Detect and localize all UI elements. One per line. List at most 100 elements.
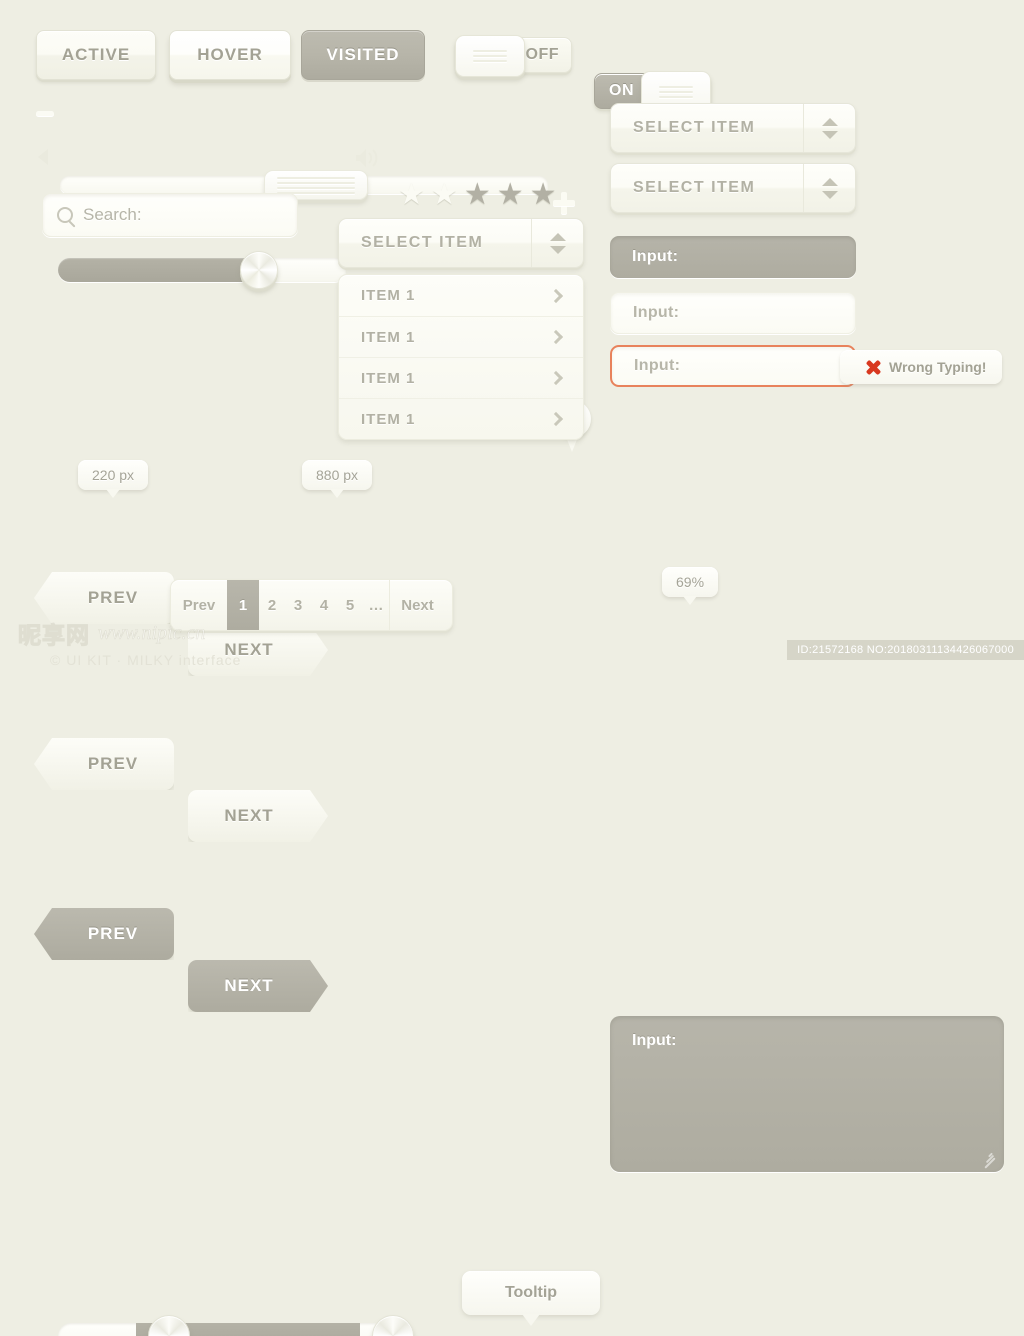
pagination[interactable]: Prev 1 2 3 4 5 … Next [170,579,453,631]
list-item-label: ITEM 1 [361,369,416,387]
prev-button-visited[interactable]: PREV [34,908,174,960]
pagination-next-label: Next [401,596,434,614]
chevron-up-icon[interactable] [549,232,566,241]
pagination-page-label: 5 [345,596,355,614]
list-item-label: ITEM 1 [361,410,416,428]
error-badge: Wrong Typing! [840,350,1003,384]
dropdown-list[interactable]: ITEM 1 ITEM 1 ITEM 1 ITEM 1 [338,274,584,440]
list-item[interactable]: ITEM 1 [339,316,583,357]
chevron-up-icon[interactable] [821,177,838,186]
range-handle-max[interactable] [372,1315,414,1336]
select-item-dropdown-header[interactable]: SELECT ITEM [338,218,584,268]
visited-button-label: VISITED [326,45,400,64]
search-input[interactable]: Search: [42,193,298,237]
right-select-1[interactable]: SELECT ITEM [610,103,856,153]
textarea-label: Input: [632,1032,677,1049]
prev-label: PREV [87,588,139,607]
prev-button-hover[interactable]: PREV [34,738,174,790]
chevron-down-icon[interactable] [821,130,838,139]
resize-handle-icon[interactable] [982,1151,996,1169]
input-field-default[interactable]: Input: [610,292,856,334]
star-icon[interactable]: ★ [398,180,425,210]
range-min-bubble: 220 px [78,460,149,498]
select-label: SELECT ITEM [633,119,756,136]
chevron-right-icon [548,329,564,345]
chevron-right-icon [548,370,564,386]
watermark-url: www.nipic.cn [98,621,206,644]
prev-label: PREV [87,924,139,943]
star-icon[interactable]: ★ [497,180,524,210]
pagination-page-label: 4 [319,596,329,614]
right-select-2[interactable]: SELECT ITEM [610,163,856,213]
prev-label: PREV [87,754,139,773]
input-label: Input: [633,304,680,321]
speaker-icon[interactable] [354,146,382,170]
active-button-label: ACTIVE [61,45,131,64]
star-icon[interactable]: ★ [431,180,458,210]
range-handle-min[interactable] [148,1315,190,1336]
star-icon[interactable]: ★ [530,180,557,210]
search-icon [57,207,73,223]
watermark-sub: © UI KIT · MILKY interface [50,652,242,668]
ui-kit-canvas: ACTIVE HOVER VISITED OFF ON ★ ★ ★ ★ ★ Se… [0,0,1024,1336]
image-id-bar: ID:21572168 NO:20180311134426067000 [787,640,1024,660]
range-min-label: 220 px [92,467,135,483]
input-label: Input: [634,357,681,374]
pagination-prev-label: Prev [182,596,216,614]
toggle-on-label: ON [609,82,634,99]
chevron-right-icon [548,411,564,427]
spinner-arrows[interactable] [803,164,855,212]
pagination-page-1[interactable]: 1 [227,580,259,630]
pagination-ellipsis: … [363,580,389,630]
progress-bubble: 69% [662,567,719,605]
next-button-visited[interactable]: NEXT [188,960,328,1012]
error-badge-label: Wrong Typing! [889,359,987,375]
progress-percent-label: 69% [676,574,705,590]
list-item[interactable]: ITEM 1 [339,275,583,316]
list-item[interactable]: ITEM 1 [339,357,583,398]
pagination-next[interactable]: Next [389,580,445,630]
volume-decrease-icon[interactable] [38,149,48,165]
chevron-right-icon [548,288,564,303]
range-max-bubble: 880 px [302,460,373,498]
pagination-page-2[interactable]: 2 [259,580,285,630]
list-item-label: ITEM 1 [361,328,416,346]
chevron-up-icon[interactable] [821,117,838,126]
pagination-page-4[interactable]: 4 [311,580,337,630]
next-label: NEXT [224,976,274,995]
select-label: SELECT ITEM [361,234,484,251]
spinner-arrows[interactable] [803,104,855,152]
scrollbar-minus-cap[interactable] [36,104,56,122]
textarea-field[interactable]: Input: [610,1016,1004,1172]
next-button-hover[interactable]: NEXT [188,790,328,842]
hover-button-label: HOVER [197,45,263,64]
input-field-error[interactable]: Input: [610,345,856,387]
visited-button[interactable]: VISITED [301,30,425,80]
pagination-page-5[interactable]: 5 [337,580,363,630]
range-slider-track[interactable] [58,1315,414,1336]
pagination-page-label: 3 [293,596,303,614]
toggle-knob[interactable] [455,35,525,77]
watermark: 昵享网 www.nipic.cn [18,616,206,650]
range-max-label: 880 px [316,467,359,483]
pagination-page-label: 2 [267,596,277,614]
volume-slider-track[interactable] [58,251,346,289]
list-item[interactable]: ITEM 1 [339,398,583,439]
pagination-page-3[interactable]: 3 [285,580,311,630]
spinner-arrows[interactable] [531,219,583,267]
next-button-active[interactable]: NEXT [188,624,328,676]
active-button[interactable]: ACTIVE [36,30,156,80]
chevron-down-icon[interactable] [821,190,838,199]
next-label: NEXT [224,806,274,825]
toggle-off-label: OFF [525,46,559,63]
input-label: Input: [632,248,679,265]
chevron-down-icon[interactable] [549,245,566,254]
input-field-filled[interactable]: Input: [610,236,856,278]
hover-button[interactable]: HOVER [169,30,291,80]
toggle-switch-off[interactable]: OFF [455,35,572,77]
volume-slider-handle[interactable] [240,251,278,289]
star-rating[interactable]: ★ ★ ★ ★ ★ [398,180,557,210]
close-icon [866,360,881,375]
list-item-label: ITEM 1 [361,287,416,304]
star-icon[interactable]: ★ [464,180,491,210]
